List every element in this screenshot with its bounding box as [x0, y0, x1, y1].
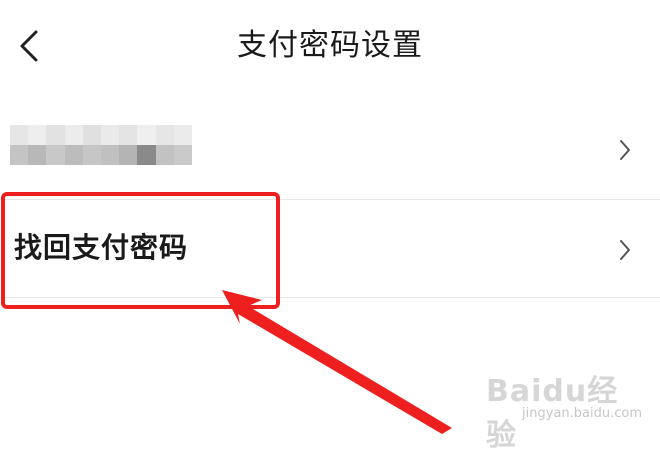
watermark-url: jingyan.baidu.com [522, 406, 642, 421]
blurred-redacted-text [10, 125, 192, 165]
red-highlight-box [1, 192, 280, 309]
settings-row-redacted[interactable] [0, 100, 660, 198]
top-navigation-bar: 支付密码设置 [0, 0, 660, 92]
page-title: 支付密码设置 [237, 28, 423, 63]
chevron-right-icon [620, 140, 630, 160]
chevron-right-icon [620, 240, 630, 260]
baidu-watermark: Baidu经验 jingyan.baidu.com [486, 366, 646, 453]
